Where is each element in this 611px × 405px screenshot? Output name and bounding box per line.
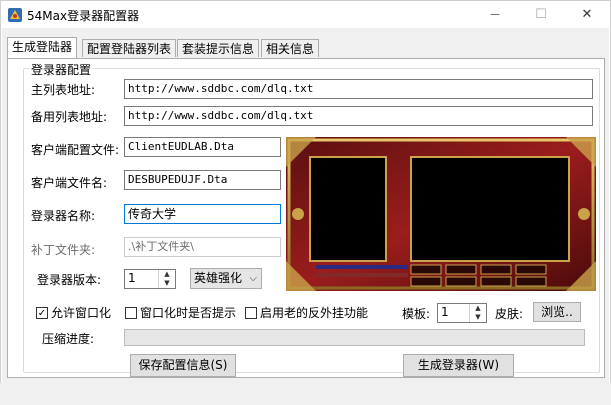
tab-launcher-list[interactable]: 配置登陆器列表 bbox=[82, 39, 177, 57]
save-config-button[interactable]: 保存配置信息(S) bbox=[130, 354, 236, 377]
title-bar[interactable]: 54Max登录器配置器 — ☐ ✕ bbox=[1, 1, 610, 28]
app-logo-icon bbox=[8, 8, 22, 22]
template-label: 模板: bbox=[402, 307, 431, 321]
template-value: 1 bbox=[441, 305, 449, 319]
client-config-label: 客户端配置文件: bbox=[31, 143, 120, 157]
allow-window-checkbox[interactable]: ✓ 允许窗口化 bbox=[36, 304, 111, 321]
background-strip bbox=[0, 383, 611, 405]
version-label: 登录器版本: bbox=[37, 273, 102, 287]
browse-button[interactable]: 浏览.. bbox=[533, 302, 581, 322]
patch-folder-input[interactable]: .\补丁文件夹\ bbox=[124, 237, 281, 257]
client-file-input[interactable]: DESBUPEDUJF.Dta bbox=[124, 170, 281, 190]
version-type-select[interactable]: 英雄强化 ⌵ bbox=[190, 268, 262, 289]
close-icon: ✕ bbox=[581, 7, 593, 22]
maximize-button[interactable]: ☐ bbox=[518, 1, 564, 28]
old-anticheat-label: 启用老的反外挂功能 bbox=[260, 306, 369, 320]
group-title: 登录器配置 bbox=[29, 61, 94, 78]
patch-folder-label: 补丁文件夹: bbox=[31, 243, 96, 257]
window-title: 54Max登录器配置器 bbox=[27, 9, 140, 23]
version-type-value: 英雄强化 bbox=[194, 271, 243, 285]
maximize-icon: ☐ bbox=[535, 7, 547, 22]
backup-list-input[interactable]: http://www.sddbc.com/dlq.txt bbox=[124, 106, 593, 126]
generate-launcher-button[interactable]: 生成登录器(W) bbox=[403, 354, 514, 377]
spin-down-icon[interactable]: ▼ bbox=[159, 279, 175, 288]
template-stepper[interactable]: 1 ▲ ▼ bbox=[437, 303, 487, 323]
allow-window-label: 允许窗口化 bbox=[51, 306, 112, 320]
old-anticheat-box bbox=[245, 306, 257, 319]
tab-generate-launcher[interactable]: 生成登陆器 bbox=[7, 37, 78, 58]
window-prompt-box bbox=[125, 306, 137, 319]
compress-progress-bar bbox=[124, 329, 585, 346]
chevron-down-icon: ⌵ bbox=[249, 273, 257, 284]
minimize-button[interactable]: — bbox=[472, 1, 518, 28]
app-window: 54Max登录器配置器 — ☐ ✕ 生成登陆器 配置登陆器列表 套装提示信息 相… bbox=[0, 0, 611, 405]
tab-about[interactable]: 相关信息 bbox=[261, 39, 320, 57]
skin-preview-image bbox=[286, 137, 596, 291]
window-prompt-label: 窗口化时是否提示 bbox=[140, 306, 237, 320]
main-list-input[interactable]: http://www.sddbc.com/dlq.txt bbox=[124, 79, 593, 99]
backup-list-label: 备用列表地址: bbox=[31, 110, 108, 124]
version-stepper[interactable]: 1 ▲ ▼ bbox=[124, 269, 176, 289]
allow-window-checkmark-icon: ✓ bbox=[36, 306, 48, 319]
version-spin-arrows[interactable]: ▲ ▼ bbox=[158, 270, 175, 288]
progress-label: 压缩进度: bbox=[42, 332, 95, 346]
client-file-label: 客户端文件名: bbox=[31, 176, 108, 190]
close-button[interactable]: ✕ bbox=[564, 1, 610, 28]
skin-label: 皮肤: bbox=[495, 307, 524, 321]
spin-up-icon[interactable]: ▲ bbox=[470, 304, 486, 313]
old-anticheat-checkbox[interactable]: 启用老的反外挂功能 bbox=[245, 304, 368, 321]
tab-set-info[interactable]: 套装提示信息 bbox=[177, 39, 260, 57]
client-config-input[interactable]: ClientEUDLAB.Dta bbox=[124, 137, 281, 157]
launcher-name-input[interactable]: 传奇大学 bbox=[124, 204, 281, 224]
spin-up-icon[interactable]: ▲ bbox=[159, 270, 175, 279]
version-value: 1 bbox=[128, 271, 136, 285]
minimize-icon: — bbox=[490, 9, 500, 20]
spin-down-icon[interactable]: ▼ bbox=[470, 313, 486, 322]
main-list-label: 主列表地址: bbox=[31, 83, 96, 97]
window-prompt-checkbox[interactable]: 窗口化时是否提示 bbox=[125, 304, 236, 321]
template-spin-arrows[interactable]: ▲ ▼ bbox=[469, 304, 486, 322]
launcher-name-label: 登录器名称: bbox=[31, 209, 96, 223]
